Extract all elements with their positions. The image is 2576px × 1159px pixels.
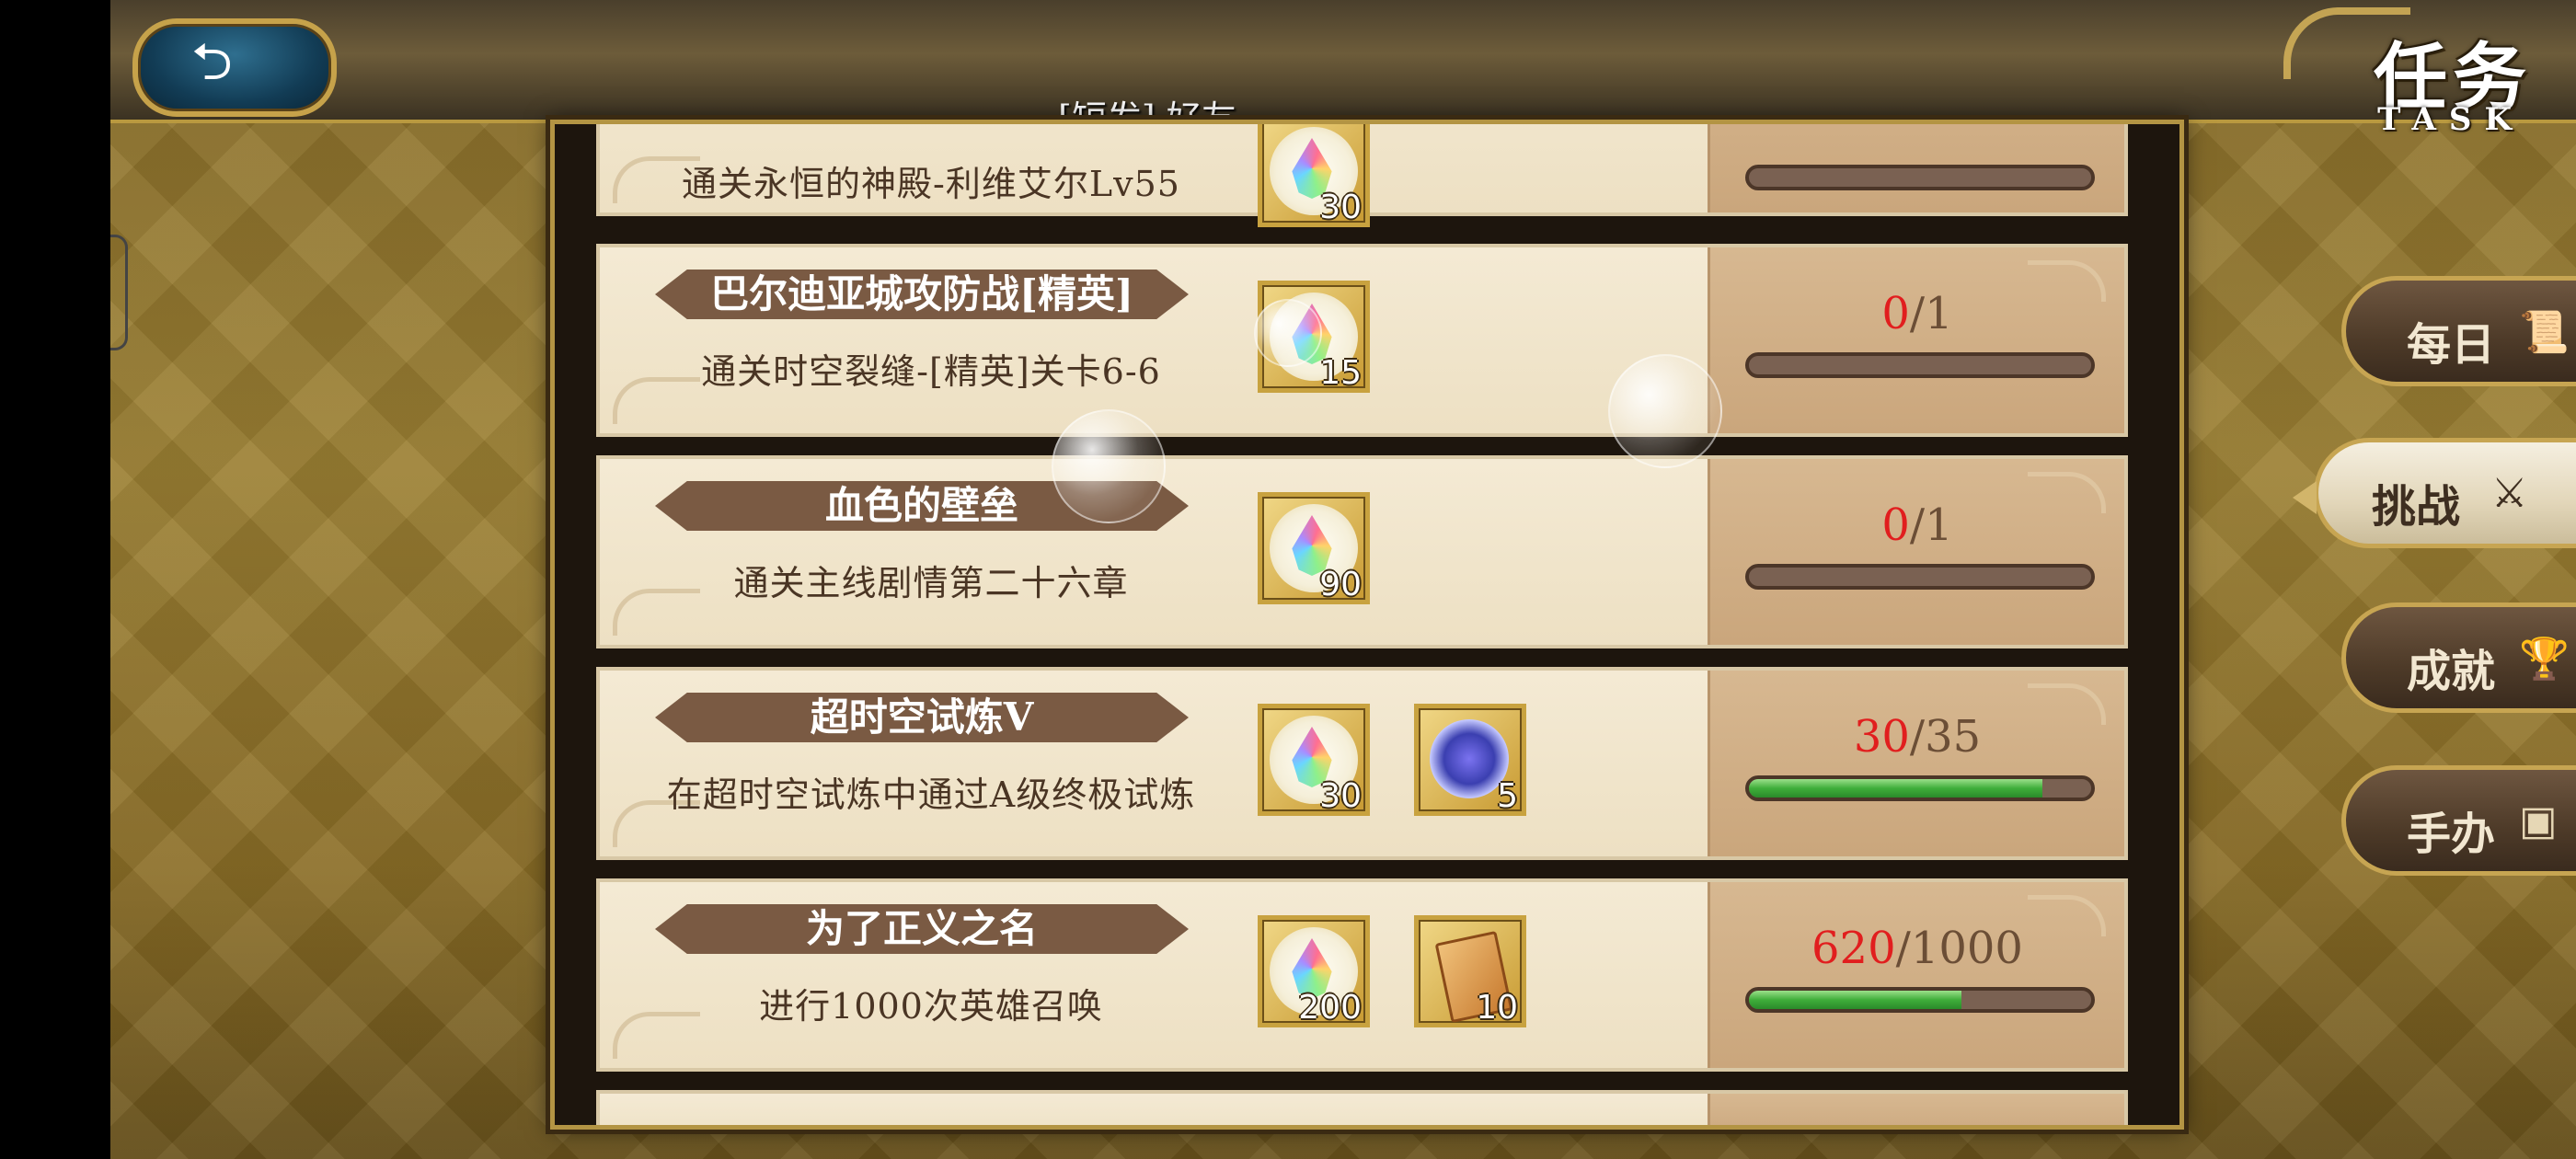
task-row: 血色的壁垒 通关主线剧情第二十六章 90 0/1 [596, 455, 2128, 648]
reward-item[interactable]: 200 [1258, 915, 1370, 1027]
tab-achievement[interactable]: 成就 🏆 [2341, 602, 2576, 713]
reward-item[interactable]: 10 [1414, 915, 1526, 1027]
task-row: 巴尔迪亚城攻防战[精英] 通关时空裂缝-[精英]关卡6-6 15 0/1 [596, 244, 2128, 437]
title-emblem: 任务 TASK [2283, 7, 2559, 182]
page-title-en: TASK [2377, 101, 2524, 138]
reward-count: 30 [1319, 777, 1362, 815]
trophy-icon: 🏆 [2519, 636, 2570, 683]
tab-label: 挑战 [2372, 481, 2461, 533]
reward-item[interactable]: 30 [1258, 124, 1370, 227]
task-description: 通关永恒的神殿-利维艾尔Lv55 [682, 164, 1180, 204]
task-row: 超时空试炼V 在超时空试炼中通过A级终极试炼 30 5 30/35 [596, 667, 2128, 860]
task-description: 通关主线剧情第二十六章 [733, 563, 1129, 603]
reward-count: 5 [1497, 777, 1518, 815]
progress-current: 30 [1853, 711, 1910, 763]
progress-current: 620 [1811, 923, 1896, 974]
back-button[interactable]: ⮌ [132, 18, 337, 117]
progress-target: /1 [1909, 499, 1953, 551]
tab-challenge[interactable]: 挑战 ⚔ [2293, 438, 2576, 548]
active-tab-pointer [2293, 481, 2317, 514]
task-description: 在超时空试炼中通过A级终极试炼 [666, 775, 1196, 815]
back-arrow-icon: ⮌ [191, 32, 233, 92]
progress-fill [1749, 779, 2042, 798]
progress-text: 0/1 [1710, 499, 2124, 551]
progress-bar [1745, 352, 2095, 378]
progress-text: 0/1 [1710, 288, 2124, 339]
reward-count: 15 [1319, 354, 1362, 392]
reward-item[interactable]: 5 [1414, 704, 1526, 816]
progress-target: /1 [1909, 288, 1953, 339]
bubble-effect [1254, 299, 1322, 367]
progress-text: 30/35 [1710, 711, 2124, 763]
task-list-panel[interactable]: 通关永恒的神殿-利维艾尔Lv55 30 巴尔迪亚城攻防战[精英] 通关时空裂缝-… [550, 120, 2184, 1130]
reward-count: 200 [1298, 989, 1362, 1027]
progress-bar [1745, 165, 2095, 190]
task-title: 巴尔迪亚城攻防战[精英] [655, 270, 1189, 319]
reward-count: 10 [1476, 989, 1518, 1027]
progress-current: 0 [1881, 288, 1910, 339]
progress-zone: 0/1 [1708, 459, 2124, 645]
game-screen: ⮌ [短发] 好友 任务 TASK 通关永恒的神殿-利维艾尔Lv55 30 巴尔… [110, 0, 2576, 1159]
progress-text: 620/1000 [1710, 923, 2124, 974]
progress-current: 0 [1881, 499, 1910, 551]
side-notch [110, 235, 128, 350]
progress-target: /1000 [1895, 923, 2023, 974]
progress-target: /35 [1909, 711, 1982, 763]
task-title: 为了正义之名 [655, 904, 1189, 954]
reward-item[interactable]: 30 [1258, 704, 1370, 816]
task-description: 通关时空裂缝-[精英]关卡6-6 [701, 351, 1161, 392]
tab-daily[interactable]: 每日 📜 [2341, 276, 2576, 386]
progress-fill [1749, 991, 1961, 1009]
progress-zone: 30/35 [1708, 671, 2124, 856]
progress-zone: 620/1000 [1708, 882, 2124, 1068]
progress-zone [1708, 1094, 2124, 1125]
top-bar [110, 0, 2576, 123]
tab-figure[interactable]: 手办 ▣ [2341, 765, 2576, 876]
reward-item[interactable]: 90 [1258, 492, 1370, 604]
progress-zone: 0/1 [1708, 247, 2124, 433]
bubble-effect [1608, 354, 1722, 468]
figure-box-icon: ▣ [2519, 798, 2558, 844]
reward-count: 30 [1319, 189, 1362, 226]
task-row: 通关永恒的神殿-利维艾尔Lv55 30 [596, 124, 2128, 227]
task-row: 为了正义之名 进行1000次英雄召唤 200 10 620/1000 [596, 878, 2128, 1072]
task-row [596, 1090, 2128, 1125]
progress-bar [1745, 775, 2095, 801]
progress-bar [1745, 564, 2095, 590]
tab-label: 成就 [2407, 646, 2496, 697]
progress-zone [1708, 124, 2124, 212]
task-title: 超时空试炼V [655, 693, 1189, 742]
bubble-effect [1052, 409, 1166, 523]
task-description: 进行1000次英雄召唤 [759, 986, 1103, 1027]
reward-count: 90 [1319, 566, 1362, 603]
crossed-swords-icon: ⚔ [2491, 470, 2528, 517]
tab-label: 手办 [2407, 809, 2496, 860]
scroll-icon: 📜 [2519, 309, 2570, 356]
progress-bar [1745, 987, 2095, 1013]
tab-label: 每日 [2407, 319, 2496, 371]
